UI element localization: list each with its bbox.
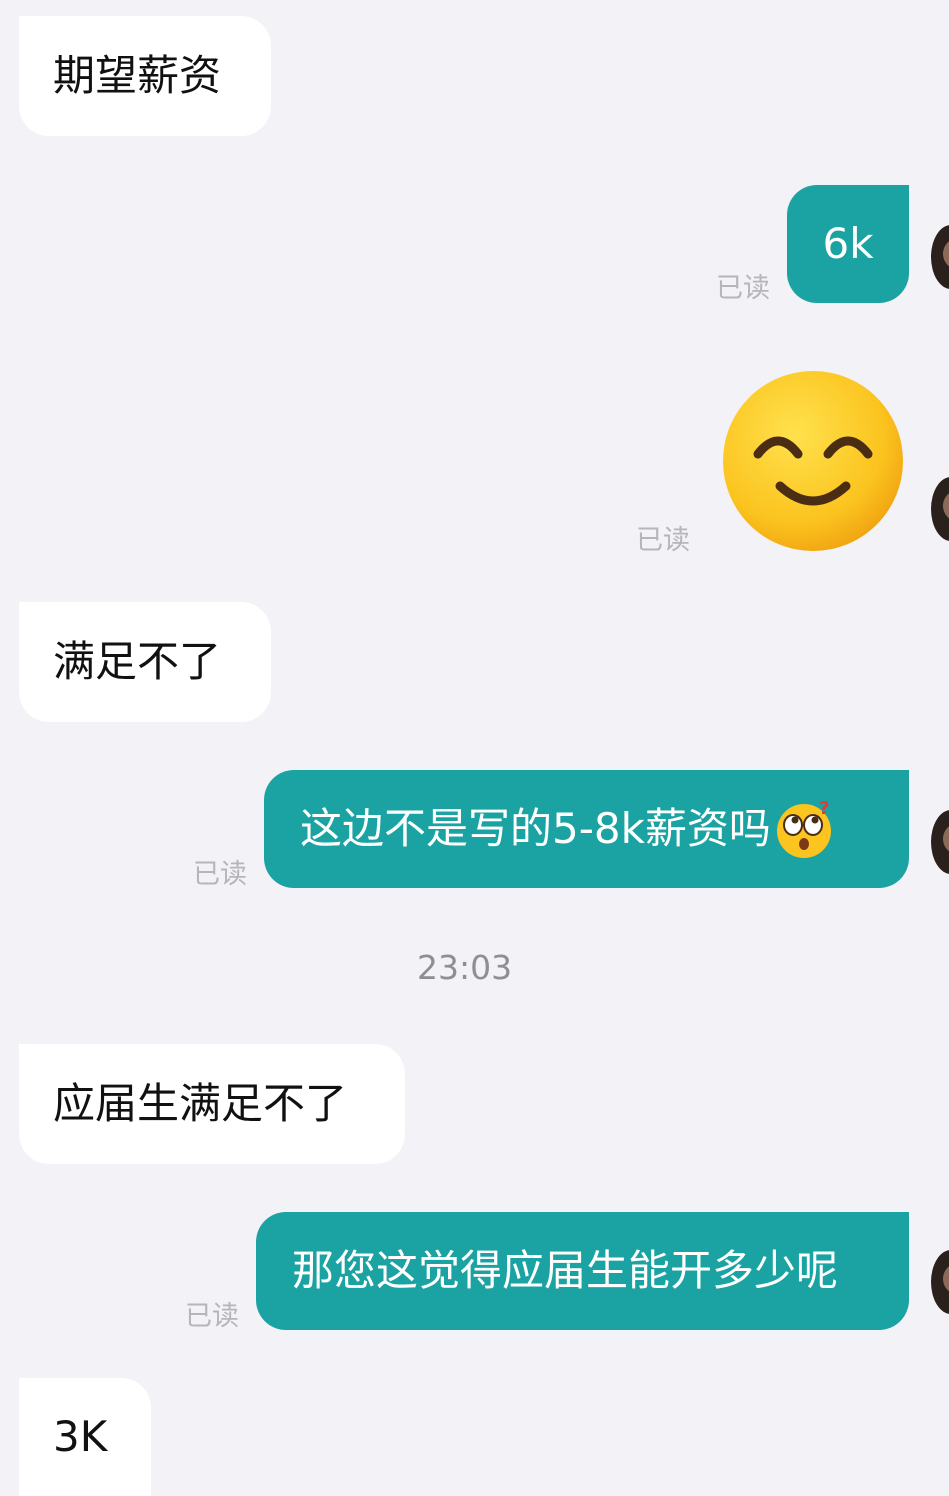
smiling-face-sticker[interactable] bbox=[720, 368, 906, 554]
message-bubble-outgoing[interactable]: 那您这觉得应届生能开多少呢 bbox=[256, 1212, 909, 1330]
avatar[interactable] bbox=[931, 1250, 949, 1314]
message-text: 应届生满足不了 bbox=[53, 1079, 348, 1128]
message-bubble-incoming[interactable]: 应届生满足不了 bbox=[19, 1044, 405, 1164]
message-bubble-incoming[interactable]: 满足不了 bbox=[19, 602, 271, 722]
message-bubble-incoming[interactable]: 期望薪资 bbox=[19, 16, 271, 136]
message-bubble-outgoing[interactable]: 6k bbox=[787, 185, 909, 303]
eye-roll-face-emoji: ? bbox=[776, 798, 831, 858]
message-bubble-incoming[interactable]: 3K bbox=[19, 1378, 151, 1496]
message-text: 那您这觉得应届生能开多少呢 bbox=[292, 1246, 839, 1295]
message-text: 这边不是写的5-8k薪资吗 bbox=[300, 804, 771, 853]
message-bubble-outgoing[interactable]: 这边不是写的5-8k薪资吗 ? bbox=[264, 770, 909, 888]
message-text: 6k bbox=[822, 219, 874, 268]
message-text: 期望薪资 bbox=[53, 51, 222, 100]
avatar[interactable] bbox=[931, 225, 949, 289]
read-receipt: 已读 bbox=[636, 525, 690, 556]
read-receipt: 已读 bbox=[185, 1301, 239, 1332]
message-text: 3K bbox=[53, 1412, 108, 1461]
avatar[interactable] bbox=[931, 477, 949, 541]
svg-text:?: ? bbox=[819, 798, 829, 819]
avatar[interactable] bbox=[931, 810, 949, 874]
timestamp-divider: 23:03 bbox=[417, 948, 513, 987]
read-receipt: 已读 bbox=[193, 859, 247, 890]
read-receipt: 已读 bbox=[716, 273, 770, 304]
message-text: 满足不了 bbox=[53, 637, 222, 686]
